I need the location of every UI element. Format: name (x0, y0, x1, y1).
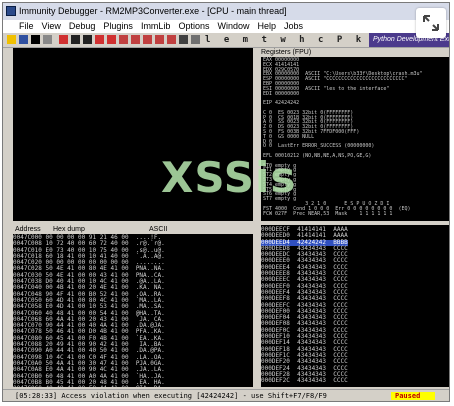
menu-view[interactable]: View (38, 20, 65, 33)
open-file-icon[interactable] (7, 35, 16, 44)
dump-header-address: Address (15, 226, 41, 233)
dump-header: Address Hex dump ASCII (13, 225, 253, 234)
step-into-icon[interactable] (119, 35, 128, 44)
title-bar: Immunity Debugger - RM2MP3Converter.exe … (3, 3, 449, 20)
menu-help[interactable]: Help (254, 20, 281, 33)
toolbar: l e m t w h c P k b z r . . . s ? Python… (3, 33, 449, 59)
step-back-icon[interactable] (83, 35, 92, 44)
register-line: EIP 42424242 (263, 100, 300, 107)
menu-bar: File View Debug Plugins ImmLib Options W… (3, 20, 449, 33)
dump-header-ascii: ASCII (149, 226, 168, 233)
register-line: EDI 00000000 (263, 90, 300, 97)
xss-watermark: XSSis (161, 153, 297, 202)
window-title: Immunity Debugger - RM2MP3Converter.exe … (19, 6, 287, 16)
menu-window[interactable]: Window (213, 20, 253, 33)
trace-over-icon[interactable] (155, 35, 164, 44)
close-process-icon[interactable] (31, 35, 40, 44)
hex-dump-pane[interactable]: Address Hex dump ASCII 0047C000 00 00 00… (13, 225, 253, 387)
stack-pane[interactable]: 000DEECF 41414141 AAAA 000DEED0 41414141 … (261, 225, 449, 387)
stack-lines: 000DEECF 41414141 AAAA 000DEED0 41414141 … (261, 226, 348, 384)
play-icon[interactable] (59, 35, 68, 44)
debugger-window: Immunity Debugger - RM2MP3Converter.exe … (2, 2, 450, 402)
dump-lines: 0047C000 00 00 00 00 91 21 46 00 ....!F.… (13, 234, 165, 387)
status-bar: [05:28:33] Access violation when executi… (3, 389, 449, 401)
status-message: [05:28:33] Access violation when executi… (15, 392, 327, 400)
dump-row[interactable]: 0047C0C0 40 49 41 00 F0 44 41 00 @IA..DA… (13, 385, 165, 387)
dump-header-hex: Hex dump (53, 226, 85, 233)
restart-icon[interactable] (19, 35, 28, 44)
attach-icon[interactable] (43, 35, 52, 44)
menu-immlib[interactable]: ImmLib (137, 20, 175, 33)
registers-header: Registers (FPU) (261, 48, 449, 57)
expression-icon[interactable] (191, 35, 200, 44)
registers-header-label: Registers (FPU) (261, 49, 312, 56)
stack-row[interactable]: 000DEF2C 43434343 CCCC (261, 377, 348, 384)
pause-icon[interactable] (107, 35, 116, 44)
expand-icon[interactable] (416, 8, 446, 38)
register-line: FCW 027F Prec NEAR,53 Mask 1 1 1 1 1 1 (263, 210, 393, 217)
menu-file[interactable]: File (3, 20, 38, 33)
register-line: O 0 LastErr ERROR_SUCCESS (00000000) (263, 143, 375, 150)
app-icon (6, 6, 16, 16)
paused-badge: Paused (391, 392, 435, 400)
go-to-address-icon[interactable] (179, 35, 188, 44)
step-over-icon[interactable] (131, 35, 140, 44)
trace-into-icon[interactable] (143, 35, 152, 44)
menu-debug[interactable]: Debug (65, 20, 100, 33)
run-icon[interactable] (95, 35, 104, 44)
rewind-icon[interactable] (71, 35, 80, 44)
menu-jobs[interactable]: Jobs (280, 20, 307, 33)
menu-plugins[interactable]: Plugins (99, 20, 137, 33)
menu-options[interactable]: Options (174, 20, 213, 33)
execute-till-return-icon[interactable] (167, 35, 176, 44)
